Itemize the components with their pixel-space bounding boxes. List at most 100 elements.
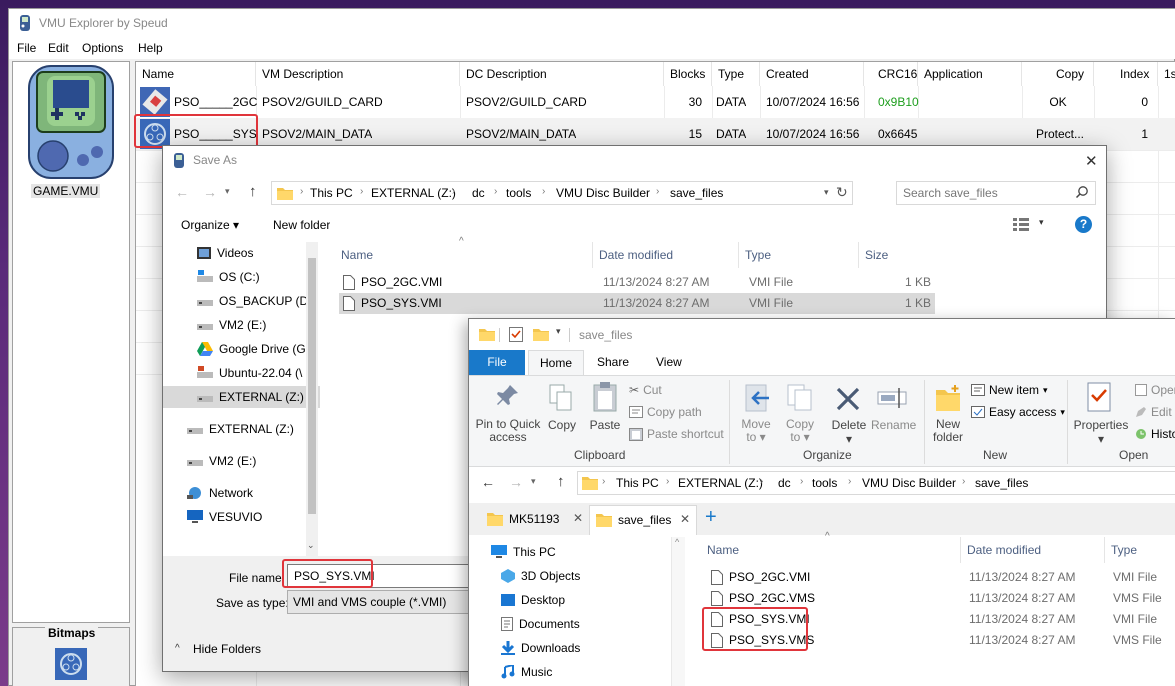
copy-to-button[interactable]: Copy to ▾ <box>781 418 819 444</box>
col-header-date-modified[interactable]: Date modified <box>961 537 1105 563</box>
nav-scrollbar[interactable]: ^ <box>671 537 685 686</box>
path-segment[interactable]: EXTERNAL (Z:) <box>678 476 763 490</box>
nav-item-downloads[interactable]: Downloads <box>501 637 580 659</box>
col-header-vm-description[interactable]: VM Description <box>256 62 460 86</box>
col-header-index[interactable]: Index <box>1094 62 1158 86</box>
copy-path-button[interactable]: Copy path <box>629 405 702 419</box>
tab-save-files[interactable]: save_files ✕ <box>589 505 697 535</box>
tab-share[interactable]: Share <box>597 355 629 369</box>
file-row-selected[interactable]: PSO_SYS.VMI 11/13/2024 8:27 AM VMI File … <box>339 293 935 314</box>
col-header-application[interactable]: Application <box>918 62 1022 86</box>
new-folder-button[interactable]: New folder <box>927 418 969 444</box>
history-button[interactable]: History <box>1135 427 1175 441</box>
nav-item-vm2-e-2[interactable]: VM2 (E:) <box>187 450 256 472</box>
col-header-name[interactable]: Name <box>136 62 256 86</box>
file-row[interactable]: PSO_2GC.VMI 11/13/2024 8:27 AM VMI File … <box>339 272 935 293</box>
path-segment[interactable]: tools <box>506 186 531 200</box>
recent-chevron-icon[interactable]: ▾ <box>225 186 230 197</box>
col-header-date-modified[interactable]: Date modified <box>593 242 739 268</box>
dialog-address-bar[interactable]: › This PC › EXTERNAL (Z:) › dc › tools ›… <box>271 181 853 205</box>
col-header-copy[interactable]: Copy <box>1022 62 1094 86</box>
col-header-name[interactable]: Name <box>701 537 961 563</box>
menu-options[interactable]: Options <box>82 41 123 55</box>
search-icon[interactable] <box>1075 185 1089 199</box>
tab-home[interactable]: Home <box>528 350 584 376</box>
tab-mk51193[interactable]: MK51193 ✕ <box>483 505 591 533</box>
col-header-dc-description[interactable]: DC Description <box>460 62 664 86</box>
col-header-type[interactable]: Type <box>739 242 859 268</box>
path-segment[interactable]: This PC <box>310 186 353 200</box>
chevron-up-icon[interactable]: ^ <box>175 643 180 654</box>
nav-item-os-backup-d[interactable]: OS_BACKUP (D:) <box>197 290 315 312</box>
path-segment[interactable]: dc <box>472 186 485 200</box>
scroll-down-icon[interactable]: ⌄ <box>307 540 315 551</box>
add-tab-icon[interactable]: + <box>705 506 717 529</box>
col-header-size[interactable]: Size <box>859 242 939 268</box>
nav-scrollbar[interactable]: ⌄ <box>306 242 318 556</box>
forward-arrow-icon[interactable]: → <box>203 184 217 200</box>
organize-button[interactable]: Organize ▾ <box>181 218 239 232</box>
back-arrow-icon[interactable]: ← <box>481 474 495 490</box>
open-button[interactable]: Open <box>1135 383 1175 397</box>
nav-item-this-pc[interactable]: This PC <box>491 541 556 563</box>
path-segment[interactable]: dc <box>778 476 791 490</box>
recent-chevron-icon[interactable]: ▾ <box>531 476 536 487</box>
file-row[interactable]: PSO_SYS.VMS 11/13/2024 8:27 AM VMS File <box>705 630 1175 651</box>
view-options-icon[interactable] <box>1013 217 1031 231</box>
col-header-name[interactable]: Name <box>335 242 593 268</box>
forward-arrow-icon[interactable]: → <box>509 474 523 490</box>
rename-button[interactable]: Rename <box>871 418 916 432</box>
paste-button[interactable]: Paste <box>587 418 623 432</box>
nav-item-videos[interactable]: Videos <box>197 242 253 264</box>
up-arrow-icon[interactable]: ↑ <box>249 183 257 200</box>
menu-edit[interactable]: Edit <box>48 41 69 55</box>
path-dropdown-icon[interactable]: ▾ <box>824 187 829 198</box>
vmu-file-label[interactable]: GAME.VMU <box>31 184 101 198</box>
nav-item-network[interactable]: Network <box>187 482 253 504</box>
move-to-button[interactable]: Move to ▾ <box>737 418 775 444</box>
col-header-crc16[interactable]: CRC16 <box>864 62 918 86</box>
paste-shortcut-button[interactable]: Paste shortcut <box>629 427 724 441</box>
properties-button[interactable]: Properties ▾ <box>1071 418 1131 446</box>
path-segment[interactable]: VMU Disc Builder <box>556 186 650 200</box>
pin-quick-access-button[interactable]: Pin to Quick access <box>475 418 541 444</box>
tab-file[interactable]: File <box>469 350 525 375</box>
menu-file[interactable]: File <box>17 41 36 55</box>
new-folder-button[interactable]: New folder <box>273 218 330 232</box>
tab-view[interactable]: View <box>656 355 682 369</box>
col-header-blocks[interactable]: Blocks <box>664 62 712 86</box>
close-tab-icon[interactable]: ✕ <box>680 512 690 526</box>
bitmap-thumbnail-icon[interactable] <box>55 648 87 680</box>
table-row[interactable]: PSO_____2GC PSOV2/GUILD_CARD PSOV2/GUILD… <box>136 86 1175 118</box>
nav-item-external-z-selected[interactable]: EXTERNAL (Z:) <box>163 386 320 408</box>
edit-button[interactable]: Edit <box>1135 405 1172 419</box>
nav-item-os-c[interactable]: OS (C:) <box>197 266 260 288</box>
path-segment[interactable]: VMU Disc Builder <box>862 476 956 490</box>
col-header-created[interactable]: Created <box>760 62 864 86</box>
refresh-icon[interactable]: ↻ <box>836 184 848 201</box>
nav-item-3d-objects[interactable]: 3D Objects <box>501 565 580 587</box>
nav-item-desktop[interactable]: Desktop <box>501 589 565 611</box>
nav-item-external-z[interactable]: EXTERNAL (Z:) <box>187 418 294 440</box>
close-tab-icon[interactable]: ✕ <box>573 511 583 525</box>
file-row[interactable]: PSO_2GC.VMS 11/13/2024 8:27 AM VMS File <box>705 588 1175 609</box>
file-row[interactable]: PSO_SYS.VMI 11/13/2024 8:27 AM VMI File <box>705 609 1175 630</box>
file-row[interactable]: PSO_2GC.VMI 11/13/2024 8:27 AM VMI File <box>705 567 1175 588</box>
easy-access-button[interactable]: Easy access ▾ <box>971 405 1065 419</box>
cut-button[interactable]: ✂ Cut <box>629 383 662 397</box>
dialog-search-input[interactable]: Search save_files <box>896 181 1096 205</box>
copy-button[interactable]: Copy <box>547 418 577 432</box>
nav-item-documents[interactable]: Documents <box>501 613 580 635</box>
vmu-device-icon[interactable] <box>27 64 115 180</box>
back-arrow-icon[interactable]: ← <box>175 184 189 200</box>
col-header-type[interactable]: Type <box>1105 537 1175 563</box>
nav-item-google-drive[interactable]: Google Drive (G: <box>197 338 309 360</box>
nav-item-vesuvio[interactable]: VESUVIO <box>187 506 262 528</box>
close-icon[interactable]: ✕ <box>1085 152 1098 170</box>
path-segment[interactable]: save_files <box>670 186 723 200</box>
path-segment[interactable]: This PC <box>616 476 659 490</box>
path-segment[interactable]: save_files <box>975 476 1028 490</box>
properties-quick-icon[interactable] <box>509 327 523 342</box>
help-icon[interactable]: ? <box>1075 216 1092 233</box>
menu-help[interactable]: Help <box>138 41 163 55</box>
